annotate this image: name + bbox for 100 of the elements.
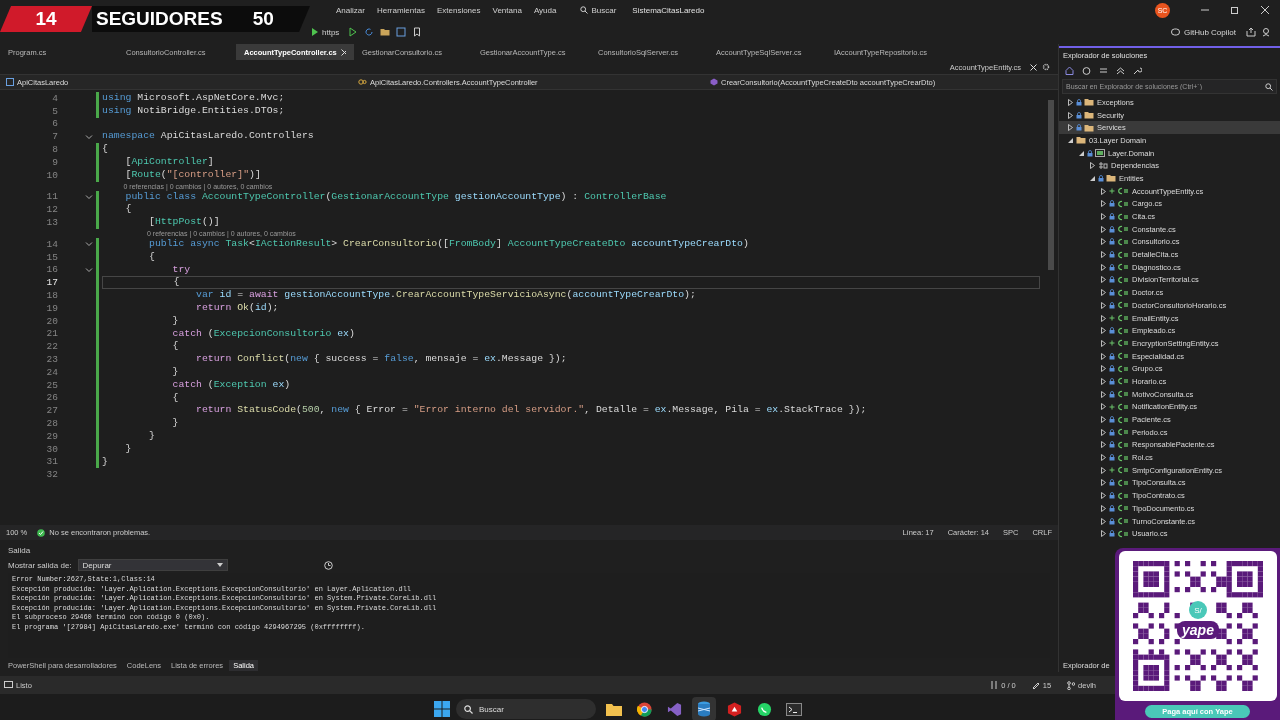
collapsed-arrow-icon[interactable] [1100, 327, 1107, 335]
menu-item[interactable]: Ventana [486, 5, 528, 15]
code-line: var id = await gestionAccountType.CrearAccountTypeServicioAsync(accountTypeCrearDto); [195, 289, 697, 302]
run-button[interactable]: https [308, 26, 343, 38]
collapsed-arrow-icon[interactable] [1100, 289, 1107, 297]
csharp-file-icon [1117, 225, 1129, 234]
collapsed-arrow-icon[interactable] [1100, 263, 1107, 271]
collapsed-arrow-icon[interactable] [1100, 213, 1107, 221]
project-icon [6, 78, 14, 86]
close-icon[interactable] [340, 48, 346, 56]
code-line: } [171, 314, 180, 328]
folder-icon[interactable] [380, 27, 391, 37]
window-icon[interactable] [396, 27, 407, 37]
collapsed-arrow-icon[interactable] [1100, 441, 1107, 449]
terminal-icon[interactable] [786, 702, 802, 716]
line-number: 13 [45, 217, 58, 229]
code-line: { [171, 340, 180, 354]
source-dropdown[interactable]: Depurar [77, 559, 228, 571]
collapsed-arrow-icon[interactable] [1089, 162, 1096, 170]
collapsed-arrow-icon[interactable] [1100, 428, 1107, 436]
code-line: using Microsoft.AspNetCore.Mvc; [102, 92, 286, 105]
code-line: { [102, 143, 109, 156]
panel-title: Salida [8, 545, 31, 555]
csharp-file-icon [1117, 390, 1129, 399]
collapsed-arrow-icon[interactable] [1100, 492, 1107, 500]
database-icon[interactable] [697, 701, 711, 717]
csharp-file-icon [1117, 352, 1129, 361]
scrollbar-thumb[interactable] [1048, 100, 1054, 270]
collapsed-arrow-icon[interactable] [1100, 416, 1107, 424]
check-circle-icon [37, 528, 46, 537]
collapsed-arrow-icon[interactable] [1067, 111, 1074, 119]
collapsed-arrow-icon[interactable] [1100, 187, 1107, 195]
collapsed-arrow-icon[interactable] [1100, 276, 1107, 284]
expanded-arrow-icon[interactable] [1078, 149, 1085, 157]
gear-icon[interactable] [1042, 63, 1050, 71]
collapsed-arrow-icon[interactable] [1100, 352, 1107, 360]
line-number: 30 [45, 443, 58, 455]
follower-banner: SEGUIDORES 50 [92, 6, 310, 32]
collapsed-arrow-icon[interactable] [1100, 403, 1107, 411]
menu-item[interactable]: Extensiones [430, 5, 487, 15]
close-icon[interactable] [1030, 63, 1037, 71]
collapsed-arrow-icon[interactable] [1100, 251, 1107, 259]
csharp-file-icon [1117, 314, 1129, 323]
menu-item[interactable]: Analizar [330, 5, 371, 15]
window-title: SistemaCitasLaredo [632, 5, 705, 15]
line-number: 28 [45, 418, 58, 429]
windows-start-icon[interactable] [434, 701, 450, 717]
collapsed-arrow-icon[interactable] [1100, 365, 1107, 373]
collapsed-arrow-icon[interactable] [1100, 517, 1107, 525]
line-number: 32 [45, 469, 58, 481]
branch-icon [1067, 680, 1076, 690]
bookmark-icon[interactable] [412, 27, 423, 37]
csharp-file-icon [1117, 491, 1129, 500]
collapsed-arrow-icon[interactable] [1100, 504, 1107, 512]
source-label: Mostrar salida de: [8, 560, 72, 570]
collapse-icon[interactable] [1116, 65, 1125, 75]
clock-icon[interactable] [323, 560, 333, 570]
collapsed-arrow-icon[interactable] [1100, 466, 1107, 474]
menu-item[interactable]: Ayuda [527, 5, 563, 15]
csharp-file-icon [1117, 478, 1129, 487]
collapsed-arrow-icon[interactable] [1100, 314, 1107, 322]
play-outline-icon[interactable] [348, 27, 359, 37]
search-icon [580, 6, 589, 14]
message-icon [4, 680, 13, 690]
collapsed-arrow-icon[interactable] [1100, 225, 1107, 233]
fold-chevron-icon[interactable] [84, 132, 94, 141]
csharp-file-icon [1117, 187, 1129, 196]
code-line: { [124, 203, 133, 217]
expanded-arrow-icon[interactable] [1067, 136, 1074, 144]
fold-chevron-icon[interactable] [84, 265, 94, 274]
collapsed-arrow-icon[interactable] [1100, 530, 1107, 538]
line-number: 6 [51, 118, 58, 130]
folder-icon[interactable] [606, 702, 622, 716]
share-icon[interactable] [1246, 27, 1256, 37]
collapsed-arrow-icon[interactable] [1100, 238, 1107, 246]
copilot-button[interactable]: GitHub Copilot [1166, 25, 1240, 39]
code-line: [HttpPost()] [148, 216, 221, 229]
search-button[interactable]: Buscar [572, 5, 625, 15]
taskbar-app[interactable] [692, 697, 716, 720]
collapsed-arrow-icon[interactable] [1100, 390, 1107, 398]
expanded-arrow-icon[interactable] [1089, 174, 1096, 182]
collapsed-arrow-icon[interactable] [1100, 339, 1107, 347]
collapsed-arrow-icon[interactable] [1067, 124, 1074, 132]
collapsed-arrow-icon[interactable] [1100, 200, 1107, 208]
line-number: 16 [45, 264, 58, 276]
code-line: public class AccountTypeController(GestionarAccountType gestionAccountType) : ControllerBase [124, 190, 668, 204]
collapsed-arrow-icon[interactable] [1067, 98, 1074, 106]
refresh-icon[interactable] [364, 27, 375, 37]
line-number: 14 [45, 238, 58, 250]
collapsed-arrow-icon[interactable] [1100, 479, 1107, 487]
fold-chevron-icon[interactable] [84, 240, 94, 249]
collapsed-arrow-icon[interactable] [1100, 377, 1107, 385]
collapsed-arrow-icon[interactable] [1100, 454, 1107, 462]
taskbar-search-field[interactable]: Buscar [456, 699, 596, 719]
home-icon[interactable] [1065, 65, 1074, 75]
collapsed-arrow-icon[interactable] [1100, 301, 1107, 309]
search-icon [464, 704, 473, 714]
payment-logo: S/ yape [1175, 599, 1221, 643]
fold-chevron-icon[interactable] [84, 192, 94, 201]
menu-item[interactable]: Herramientas [370, 5, 431, 15]
